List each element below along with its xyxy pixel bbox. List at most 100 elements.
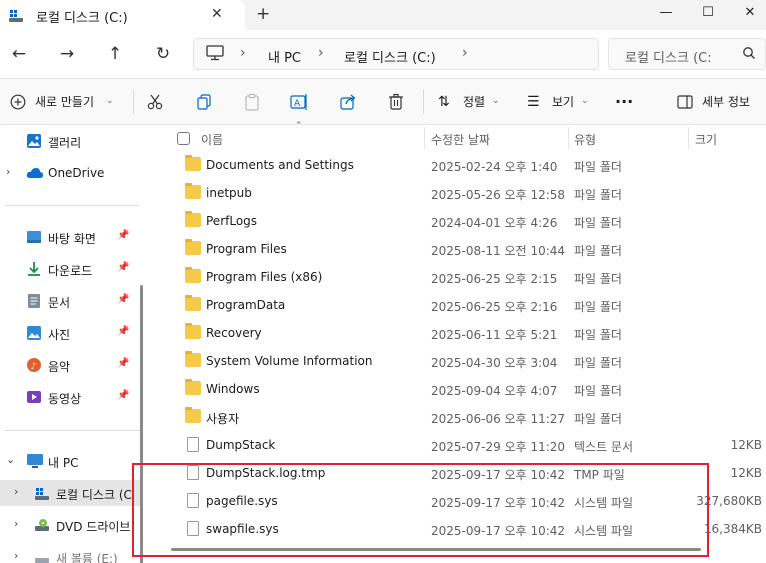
breadcrumb-my-pc[interactable]: 내 PC [268,47,301,66]
close-window-button[interactable]: ✕ [730,0,766,30]
back-button[interactable]: ← [8,43,30,65]
sidebar-item-my-pc[interactable]: ⌄ 내 PC [0,448,140,474]
table-row[interactable]: Program Files 2025-08-11 오전 10:44 파일 폴더 [145,235,766,263]
file-type: 파일 폴더 [574,300,622,314]
file-date: 2025-05-26 오후 12:58 [431,188,566,202]
maximize-button[interactable]: ☐ [688,0,728,30]
tab-local-disk[interactable]: 로컬 디스크 (C:) ✕ [0,0,245,30]
pin-icon[interactable]: 📌 [117,358,129,369]
table-row[interactable]: 사용자 2025-06-06 오후 11:27 파일 폴더 [145,403,766,431]
file-type: 파일 폴더 [574,160,622,174]
search-icon[interactable] [742,46,756,64]
search-input[interactable]: 로컬 디스크 (C: [625,47,712,66]
column-divider[interactable] [568,127,569,149]
pin-icon[interactable]: 📌 [117,326,129,337]
file-name: System Volume Information [206,354,373,368]
minimize-button[interactable]: — [646,0,686,30]
sidebar-item-desktop[interactable]: 바탕 화면 📌 [0,224,140,250]
pin-icon[interactable]: 📌 [117,262,129,273]
forward-button[interactable]: → [56,43,78,65]
up-button[interactable]: ↑ [104,43,126,65]
sidebar-item-documents[interactable]: 문서 📌 [0,288,140,314]
column-divider[interactable] [424,127,425,149]
sidebar-item-label: 바탕 화면 [48,232,96,246]
sidebar-item-volume-e[interactable]: › 새 볼륨 (E:) [0,544,140,563]
cut-icon[interactable] [145,93,165,113]
file-date: 2025-07-29 오후 11:20 [431,440,566,454]
file-size: 12KB [730,466,762,480]
chevron-right-icon[interactable]: › [14,485,18,498]
table-row[interactable]: Program Files (x86) 2025-06-25 오후 2:15 파일 … [145,263,766,291]
volume-icon [34,549,50,563]
chevron-right-icon[interactable]: › [14,549,18,562]
sidebar-item-downloads[interactable]: 다운로드 📌 [0,256,140,282]
folder-icon [185,155,201,171]
column-header-size[interactable]: 크기 [695,131,717,148]
rename-icon[interactable]: A [289,93,309,113]
file-type: 파일 폴더 [574,272,622,286]
table-row[interactable]: Recovery 2025-06-11 오후 5:21 파일 폴더 [145,319,766,347]
file-date: 2025-06-11 오후 5:21 [431,328,558,342]
breadcrumb-chevron-icon[interactable]: › [318,45,324,61]
breadcrumb-chevron-icon[interactable]: › [462,45,468,61]
sidebar-item-pictures[interactable]: 사진 📌 [0,320,140,346]
new-tab-button[interactable]: + [256,4,270,24]
file-name: Recovery [206,326,262,340]
breadcrumb-chevron-icon[interactable]: › [240,45,246,61]
sidebar-item-gallery[interactable]: 갤러리 [0,128,140,154]
file-type: 파일 폴더 [574,216,622,230]
chevron-right-icon[interactable]: › [6,165,10,178]
table-row[interactable]: PerfLogs 2024-04-01 오후 4:26 파일 폴더 [145,207,766,235]
pin-icon[interactable]: 📌 [117,390,129,401]
sidebar-item-dvd[interactable]: › DVD 드라이브 [0,512,140,538]
file-date: 2025-09-04 오후 4:07 [431,384,558,398]
sort-icon: ⇅ [438,94,450,110]
column-header-type[interactable]: 유형 [574,131,596,148]
chevron-right-icon[interactable]: › [14,517,18,530]
column-header-date[interactable]: 수정한 날짜 [431,131,490,148]
file-date: 2025-08-11 오전 10:44 [431,244,566,258]
refresh-button[interactable]: ↻ [152,43,174,65]
table-row[interactable]: Documents and Settings 2025-02-24 오후 1:40… [145,151,766,179]
tab-close-icon[interactable]: ✕ [211,6,223,22]
folder-icon [185,351,201,367]
table-row[interactable]: DumpStack 2025-07-29 오후 11:20 텍스트 문서 12KB [145,431,766,459]
file-type: 파일 폴더 [574,412,622,426]
share-icon[interactable] [338,93,358,113]
column-divider[interactable] [688,127,689,149]
chevron-down-icon[interactable]: ⌄ [6,453,15,466]
tab-title: 로컬 디스크 (C:) [36,11,128,26]
copy-icon[interactable] [194,93,214,113]
sidebar-item-label: 갤러리 [48,136,82,150]
sidebar-divider [4,430,140,431]
search-box[interactable]: 로컬 디스크 (C: [608,38,766,70]
sidebar-item-local-disk[interactable]: › 로컬 디스크 (C [0,480,140,506]
pin-icon[interactable]: 📌 [117,294,129,305]
address-bar: ← → ↑ ↻ › 내 PC › 로컬 디스크 (C:) › 로컬 디스크 (C… [0,30,766,78]
svg-text:A: A [294,99,301,109]
table-row[interactable]: inetpub 2025-05-26 오후 12:58 파일 폴더 [145,179,766,207]
more-options-button[interactable]: ··· [615,91,633,113]
new-label: 새로 만들기 [35,95,95,109]
file-name: PerfLogs [206,214,258,228]
file-type: 텍스트 문서 [574,440,634,454]
folder-icon [185,295,201,311]
file-name: DumpStack [206,438,276,452]
column-header-name[interactable]: 이름 [201,131,223,148]
table-row[interactable]: ProgramData 2025-06-25 오후 2:16 파일 폴더 [145,291,766,319]
paste-icon[interactable] [242,93,262,113]
video-icon [26,389,42,405]
table-row[interactable]: System Volume Information 2025-04-30 오후 3… [145,347,766,375]
file-name: Program Files [206,242,287,256]
sidebar-item-music[interactable]: ♪ 음악 📌 [0,352,140,378]
address-box[interactable]: › 내 PC › 로컬 디스크 (C:) › [193,38,599,70]
table-row[interactable]: Windows 2025-09-04 오후 4:07 파일 폴더 [145,375,766,403]
sidebar-item-videos[interactable]: 동영상 📌 [0,384,140,410]
toolbar-divider [423,90,424,114]
pin-icon[interactable]: 📌 [117,230,129,241]
delete-icon[interactable] [386,93,406,113]
sidebar-item-onedrive[interactable]: › OneDrive [0,160,140,186]
breadcrumb-local-disk[interactable]: 로컬 디스크 (C:) [344,47,436,66]
select-all-checkbox[interactable] [177,132,190,145]
sidebar-item-label: 내 PC [48,456,79,470]
